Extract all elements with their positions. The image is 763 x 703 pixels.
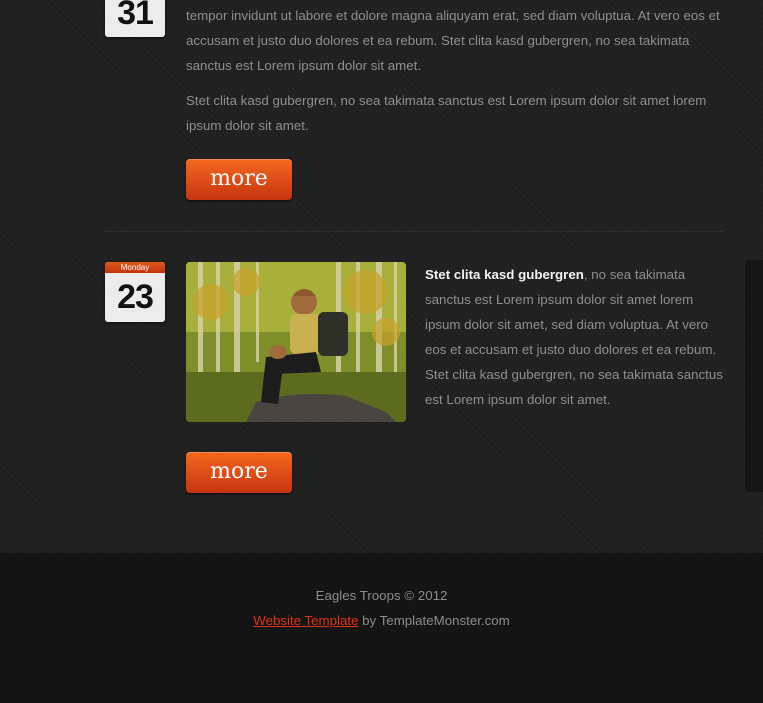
website-template-link[interactable]: Website Template — [253, 613, 358, 628]
side-scroll-tab[interactable] — [745, 260, 763, 492]
main-content: 31 tempor invidunt ut labore et dolore m… — [0, 0, 763, 553]
credit-line: Website Template by TemplateMonster.com — [0, 613, 763, 628]
post-paragraph: tempor invidunt ut labore et dolore magn… — [186, 8, 720, 73]
more-button[interactable]: more — [186, 452, 292, 493]
post-divider — [105, 231, 723, 232]
post-lead: Stet clita kasd gubergren — [425, 267, 584, 282]
page: 31 tempor invidunt ut labore et dolore m… — [0, 0, 763, 703]
date-weekday: Monday — [105, 262, 165, 273]
footer: Eagles Troops © 2012 Website Template by… — [0, 553, 763, 703]
date-day-number: 31 — [117, 0, 154, 32]
date-badge: 31 — [105, 0, 165, 37]
post-paragraph: Stet clita kasd gubergren, no sea takima… — [425, 262, 730, 412]
credit-by-text: by TemplateMonster.com — [358, 613, 510, 628]
post-text: , no sea takimata sanctus est Lorem ipsu… — [425, 267, 723, 407]
post-paragraph: Stet clita kasd gubergren, no sea takima… — [186, 93, 707, 133]
date-day-number: 23 — [117, 278, 154, 316]
copyright-text: Eagles Troops © 2012 — [315, 588, 448, 603]
date-badge: Monday 23 — [105, 262, 165, 322]
post-photo — [186, 262, 406, 422]
more-button[interactable]: more — [186, 159, 292, 200]
